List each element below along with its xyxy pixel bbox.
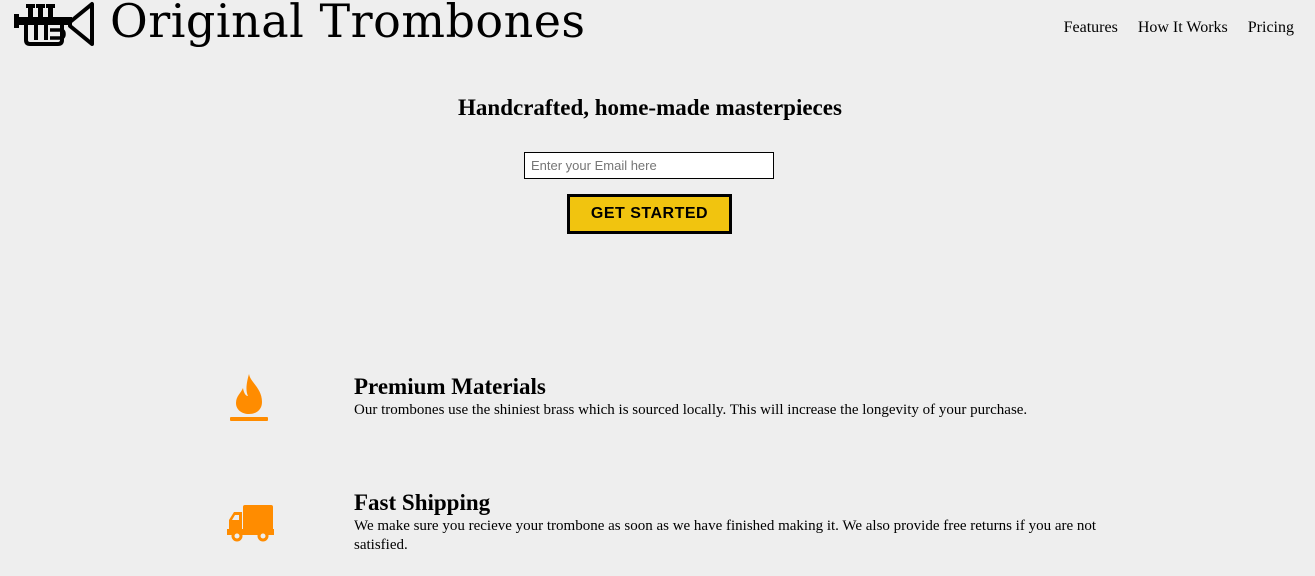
logo[interactable] <box>14 0 94 48</box>
hero-title: Handcrafted, home-made masterpieces <box>458 95 842 120</box>
nav-link-features[interactable]: Features <box>1064 19 1118 37</box>
feature-description: Our trombones use the shiniest brass whi… <box>354 402 1028 418</box>
nav-link-how-it-works[interactable]: How It Works <box>1138 19 1228 37</box>
fire-icon <box>230 374 268 421</box>
trumpet-icon <box>14 2 94 46</box>
feature-title: Premium Materials <box>354 374 546 399</box>
get-started-button[interactable]: GET STARTED <box>567 194 732 234</box>
brand-name: Original Trombones <box>110 0 586 48</box>
landing-page: Original Trombones Features How It Works… <box>0 0 1315 576</box>
nav-link-pricing[interactable]: Pricing <box>1248 19 1294 37</box>
feature-title: Fast Shipping <box>354 490 491 515</box>
main-nav: Features How It Works Pricing <box>1064 19 1294 37</box>
email-input[interactable] <box>524 152 774 179</box>
truck-icon <box>227 505 274 542</box>
site-header: Original Trombones Features How It Works… <box>0 0 1315 56</box>
feature-description: We make sure you recieve your trombone a… <box>354 518 1097 553</box>
